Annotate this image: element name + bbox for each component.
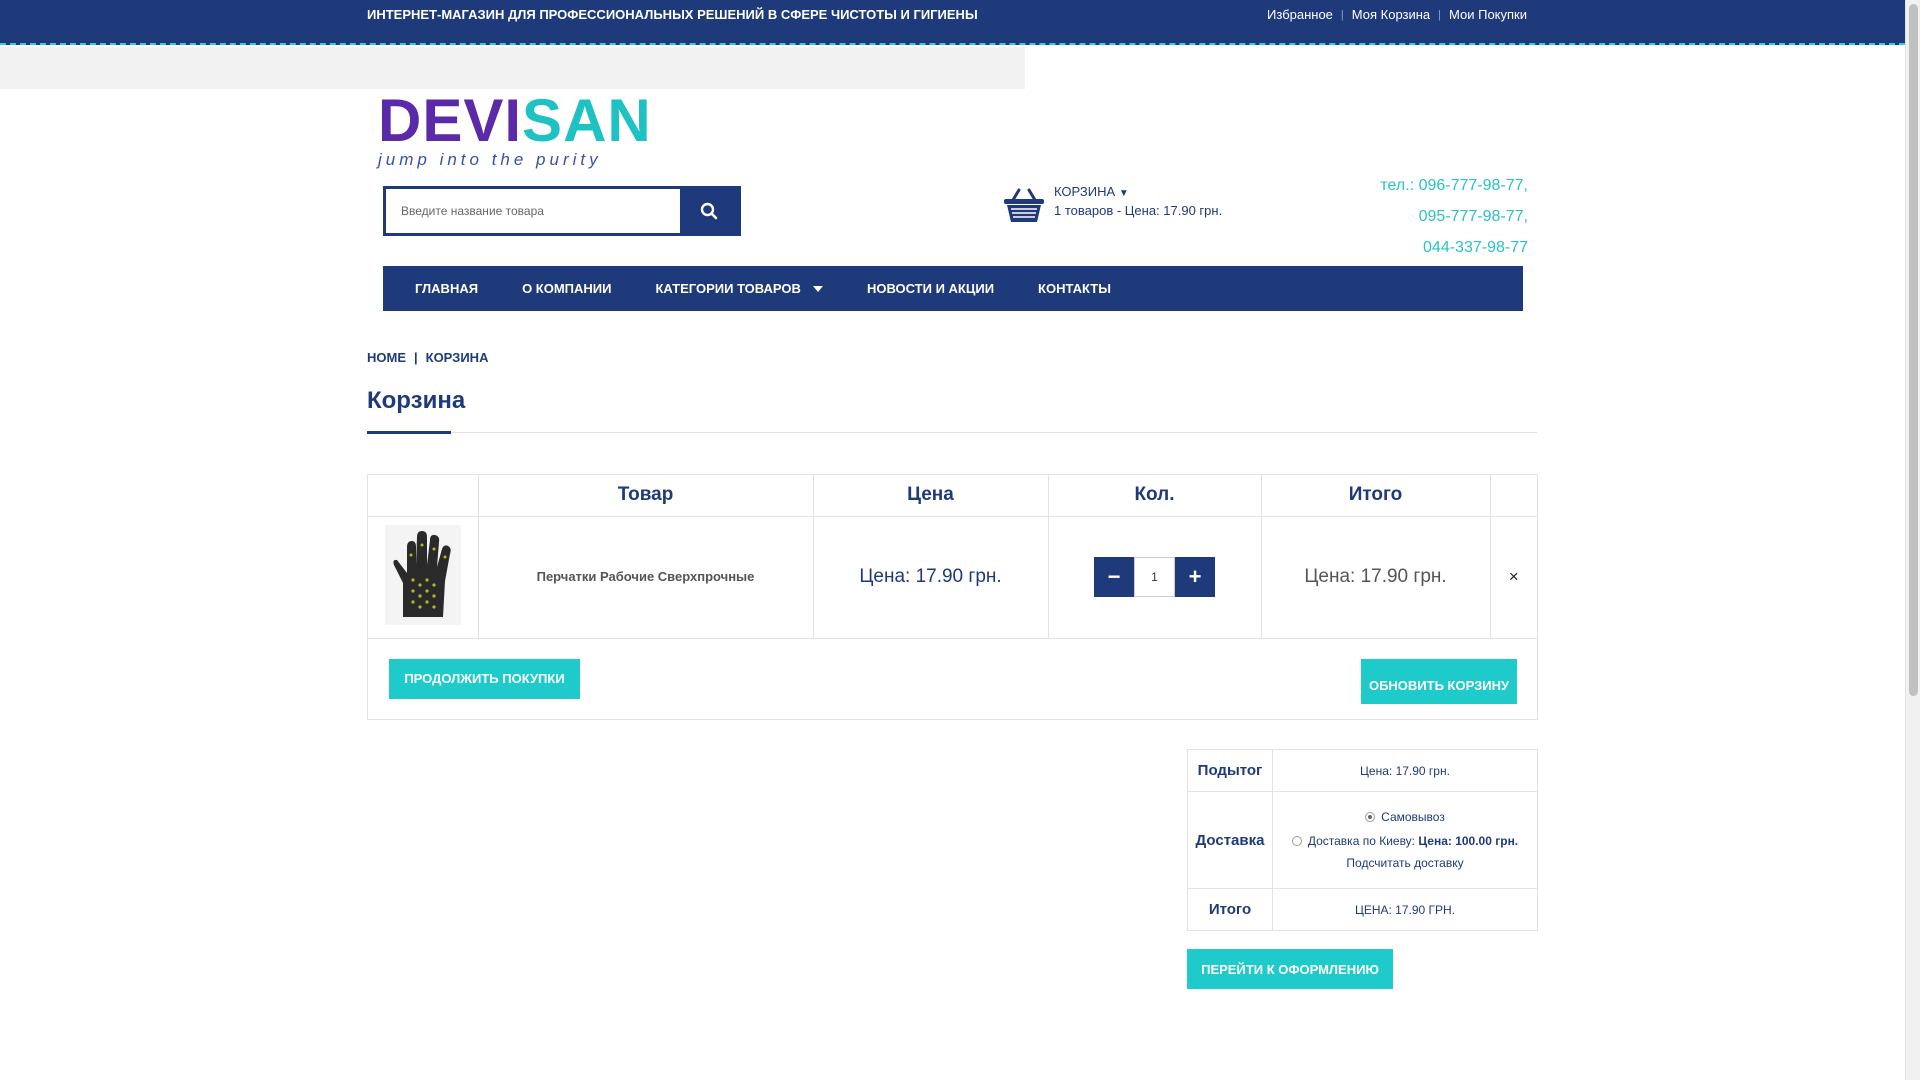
breadcrumb: HOME | КОРЗИНА (367, 350, 488, 365)
cart-table: Товар Цена Кол. Итого Перчатки Рабочие С… (367, 474, 1538, 720)
my-purchases-link[interactable]: Мои Покупки (1449, 7, 1527, 22)
totals-row-subtotal: Подытог Цена: 17.90 грн. (1187, 749, 1538, 792)
product-price: Цена: 17.90 грн. (859, 566, 1002, 587)
phone-3[interactable]: 044-337-98-77 (1380, 232, 1528, 263)
quantity-stepper: − + (1094, 557, 1215, 597)
col-qty: Кол. (1048, 475, 1262, 517)
delivery-label: Доставка (1187, 791, 1273, 889)
breadcrumb-sep: | (414, 350, 418, 365)
close-icon[interactable]: × (1509, 567, 1519, 586)
radio-kyiv[interactable] (1291, 836, 1302, 846)
update-cart-button[interactable]: ОБНОВИТЬ КОРЗИНУ (1361, 658, 1517, 704)
page-header: Корзина (367, 387, 1537, 434)
totals-row-total: Итого ЦЕНА: 17.90 ГРН. (1187, 888, 1538, 931)
top-links: Избранное | Моя Корзина | Мои Покупки (1267, 7, 1527, 22)
delivery-option-kyiv[interactable]: Доставка по Киеву: Цена: 100.00 грн. (1277, 834, 1533, 848)
my-cart-link[interactable]: Моя Корзина (1352, 7, 1430, 22)
caret-down-icon: ▼ (1118, 188, 1129, 199)
continue-shopping-button[interactable]: ПРОДОЛЖИТЬ ПОКУПКИ (389, 658, 580, 699)
title-underline (367, 431, 451, 434)
delivery-options: Самовывоз Доставка по Киеву: Цена: 100.0… (1272, 791, 1538, 889)
cart-widget-summary: 1 товаров - Цена: 17.90 грн. (1054, 203, 1223, 218)
totals-row-delivery: Доставка Самовывоз Доставка по Киеву: Це… (1187, 791, 1538, 889)
nav-about[interactable]: О КОМПАНИИ (522, 281, 611, 296)
price-cell: Цена: 17.90 грн. (813, 516, 1049, 639)
total-label: Итого (1187, 888, 1273, 931)
search-bar (383, 186, 741, 236)
qty-minus-button[interactable]: − (1094, 557, 1134, 597)
col-product: Товар (478, 475, 814, 517)
col-image (368, 475, 479, 517)
total-value: ЦЕНА: 17.90 ГРН. (1272, 888, 1538, 931)
main-nav: ГЛАВНАЯ О КОМПАНИИ КАТЕГОРИИ ТОВАРОВ НОВ… (383, 266, 1523, 311)
grey-band (0, 47, 1025, 89)
col-total: Итого (1261, 475, 1491, 517)
delivery-option-pickup[interactable]: Самовывоз (1277, 810, 1533, 824)
nav-contacts[interactable]: КОНТАКТЫ (1038, 281, 1111, 296)
qty-cell: − + (1048, 516, 1262, 639)
qty-input[interactable] (1134, 557, 1175, 597)
nav-news[interactable]: НОВОСТИ И АКЦИИ (867, 281, 994, 296)
cart-widget-title[interactable]: КОРЗИНА ▼ (1054, 184, 1222, 199)
qty-plus-button[interactable]: + (1175, 557, 1215, 597)
phone-numbers: тел.: 096-777-98-77, 095-777-98-77, 044-… (1380, 170, 1528, 263)
product-image-cell (368, 516, 479, 639)
search-button[interactable] (680, 189, 738, 233)
subtotal-label: Подытог (1187, 749, 1273, 792)
breadcrumb-current: КОРЗИНА (425, 350, 489, 365)
logo-wordmark: DEVISAN (378, 87, 652, 154)
page-title: Корзина (367, 387, 466, 414)
product-name-cell: Перчатки Рабочие Сверхпрочные (478, 516, 814, 639)
checkout-button[interactable]: ПЕРЕЙТИ К ОФОРМЛЕНИЮ (1187, 949, 1393, 989)
nav-categories[interactable]: КАТЕГОРИИ ТОВАРОВ (656, 281, 823, 296)
favorites-link[interactable]: Избранное (1267, 7, 1333, 22)
table-row: Перчатки Рабочие Сверхпрочные Цена: 17.9… (368, 516, 1537, 639)
nav-home[interactable]: ГЛАВНАЯ (415, 281, 478, 296)
calc-delivery-link[interactable]: Подсчитать доставку (1277, 856, 1533, 870)
cart-header-row: Товар Цена Кол. Итого (368, 475, 1537, 517)
site-logo[interactable]: DEVISAN jump into the purity (378, 87, 652, 172)
glove-product-image[interactable] (384, 524, 461, 625)
search-icon (700, 202, 718, 220)
scrollbar-thumb[interactable] (1909, 4, 1918, 696)
header-cart[interactable]: КОРЗИНА ▼ 1 товаров - Цена: 17.90 грн. (1003, 184, 1222, 224)
store-tagline: ИНТЕРНЕТ-МАГАЗИН ДЛЯ ПРОФЕССИОНАЛЬНЫХ РЕ… (367, 7, 978, 22)
remove-cell: × (1490, 516, 1537, 639)
basket-icon (1004, 188, 1044, 222)
breadcrumb-home[interactable]: HOME (367, 350, 406, 365)
divider: | (1438, 8, 1442, 21)
phone-1[interactable]: тел.: 096-777-98-77, (1380, 170, 1528, 201)
col-price: Цена (813, 475, 1049, 517)
col-remove (1490, 475, 1537, 517)
page-scrollbar[interactable] (1905, 0, 1920, 1080)
subtotal-value: Цена: 17.90 грн. (1272, 749, 1538, 792)
top-bar: ИНТЕРНЕТ-МАГАЗИН ДЛЯ ПРОФЕССИОНАЛЬНЫХ РЕ… (0, 0, 1905, 45)
divider: | (1340, 8, 1344, 21)
cart-actions: ПРОДОЛЖИТЬ ПОКУПКИ ОБНОВИТЬ КОРЗИНУ (368, 639, 1537, 719)
caret-down-icon (812, 285, 823, 292)
total-cell: Цена: 17.90 грн. (1261, 516, 1491, 639)
row-total: Цена: 17.90 грн. (1304, 566, 1447, 587)
cart-totals: Подытог Цена: 17.90 грн. Доставка Самовы… (1187, 749, 1538, 931)
search-input[interactable] (386, 189, 683, 233)
phone-2[interactable]: 095-777-98-77, (1380, 201, 1528, 232)
radio-pickup[interactable] (1365, 812, 1376, 822)
product-name[interactable]: Перчатки Рабочие Сверхпрочные (537, 569, 755, 584)
